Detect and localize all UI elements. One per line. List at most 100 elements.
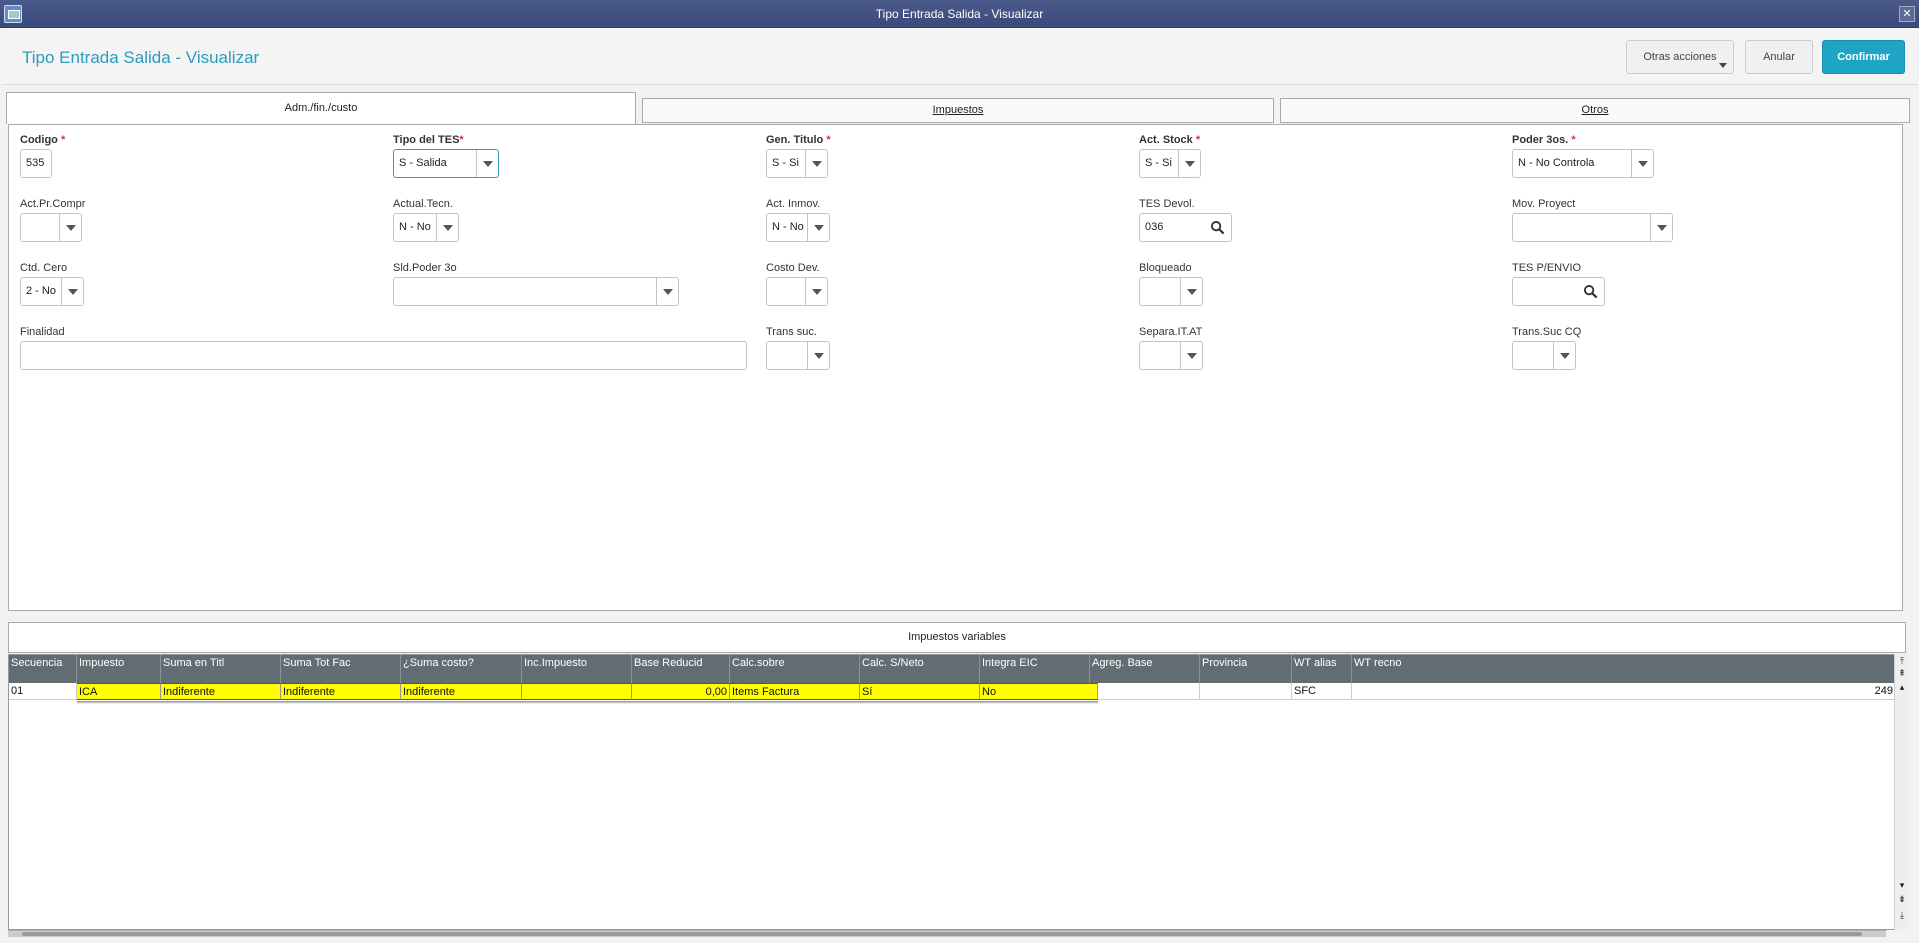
tes-devol-input[interactable]: 036 — [1139, 213, 1232, 242]
impuestos-variables-title: Impuestos variables — [8, 622, 1906, 653]
cell-agreg-base[interactable] — [1098, 683, 1200, 700]
mov-proyect-select[interactable] — [1512, 213, 1673, 242]
dropdown-arrow-icon — [1180, 278, 1202, 305]
codigo-input[interactable]: 535 — [20, 149, 52, 178]
cell-suma-tot-fac[interactable]: Indiferente — [281, 683, 401, 700]
dropdown-arrow-icon — [807, 342, 829, 369]
actual-tecn-value: N - No — [399, 221, 431, 233]
dropdown-arrow-icon — [476, 150, 498, 177]
tab-impuestos[interactable]: Impuestos — [642, 98, 1274, 123]
column-header[interactable]: WT alias — [1292, 655, 1352, 683]
search-icon[interactable] — [1583, 284, 1598, 299]
tes-penvio-label: TES P/ENVIO — [1512, 262, 1582, 274]
cell-calc-s-neto[interactable]: Sí — [860, 683, 980, 700]
column-header[interactable]: Agreg. Base — [1090, 655, 1200, 683]
search-icon[interactable] — [1210, 220, 1225, 235]
bloqueado-select[interactable] — [1139, 277, 1203, 306]
cell-calc-sobre[interactable]: Items Factura — [730, 683, 860, 700]
gen-titulo-select[interactable]: S - Si — [766, 149, 828, 178]
column-header[interactable]: Suma en Titl — [161, 655, 281, 683]
column-header[interactable]: Integra EIC — [980, 655, 1090, 683]
cell-wt-recno[interactable]: 249 — [1352, 683, 1895, 700]
trans-suc-select[interactable] — [766, 341, 830, 370]
cell-integra-eic[interactable]: No — [980, 683, 1098, 700]
column-header[interactable]: WT recno — [1352, 655, 1895, 683]
act-inmov-value: N - No — [772, 221, 804, 233]
separa-it-at-select[interactable] — [1139, 341, 1203, 370]
dropdown-arrow-icon — [61, 278, 83, 305]
tab-label: Adm./fin./custo — [284, 102, 358, 114]
column-header[interactable]: Suma Tot Fac — [281, 655, 401, 683]
page-title: Tipo Entrada Salida - Visualizar — [22, 48, 260, 67]
sld-poder-3o-label: Sld.Poder 3o — [393, 262, 457, 274]
finalidad-input[interactable] — [20, 341, 747, 370]
column-header[interactable]: Calc. S/Neto — [860, 655, 980, 683]
cell-impuesto[interactable]: ICA — [77, 683, 161, 700]
cell-inc-impuesto[interactable] — [522, 683, 632, 700]
tab-label: Otros — [1581, 104, 1609, 116]
codigo-label: Codigo * — [20, 134, 66, 146]
dropdown-arrow-icon — [1631, 150, 1653, 177]
column-header[interactable]: Secuencia — [9, 655, 77, 683]
dropdown-arrow-icon — [59, 214, 81, 241]
cell-base-reducid[interactable]: 0,00 — [632, 683, 730, 700]
costo-dev-select[interactable] — [766, 277, 828, 306]
scroll-page-up-icon[interactable]: ⇞ — [1896, 668, 1908, 680]
grid-header: Secuencia Impuesto Suma en Titl Suma Tot… — [9, 655, 1895, 683]
separa-it-at-label: Separa.IT.AT — [1139, 326, 1203, 338]
column-header[interactable]: Provincia — [1200, 655, 1292, 683]
otras-acciones-button[interactable]: Otras acciones — [1626, 40, 1734, 74]
trans-suc-cq-label: Trans.Suc CQ — [1512, 326, 1582, 338]
dropdown-arrow-icon — [1180, 342, 1202, 369]
dropdown-arrow-icon — [656, 278, 678, 305]
scroll-up-icon[interactable]: ▴ — [1896, 682, 1908, 694]
close-icon[interactable]: ✕ — [1899, 6, 1915, 22]
dropdown-arrow-icon — [1553, 342, 1575, 369]
dropdown-arrow-icon — [805, 150, 827, 177]
scroll-first-icon[interactable]: ⤒ — [1896, 656, 1908, 668]
ctd-cero-select[interactable]: 2 - No — [20, 277, 84, 306]
column-header[interactable]: Base Reducid — [632, 655, 730, 683]
act-inmov-select[interactable]: N - No — [766, 213, 830, 242]
poder-3os-value: N - No Controla — [1518, 157, 1595, 169]
table-row[interactable]: 01 ICA Indiferente Indiferente Indiferen… — [9, 683, 1895, 700]
sld-poder-3o-select[interactable] — [393, 277, 679, 306]
trans-suc-cq-select[interactable] — [1512, 341, 1576, 370]
mov-proyect-label: Mov. Proyect — [1512, 198, 1576, 210]
act-pr-compr-select[interactable] — [20, 213, 82, 242]
confirmar-button[interactable]: Confirmar — [1822, 40, 1905, 74]
column-header[interactable]: Inc.Impuesto — [522, 655, 632, 683]
tipo-tes-select[interactable]: S - Salida — [393, 149, 499, 178]
anular-button[interactable]: Anular — [1745, 40, 1813, 74]
selection-shadow — [77, 701, 1098, 704]
grid-horizontal-scrollbar[interactable] — [8, 930, 1886, 937]
act-stock-select[interactable]: S - Si — [1139, 149, 1201, 178]
cell-secuencia[interactable]: 01 — [9, 683, 77, 700]
trans-suc-label: Trans suc. — [766, 326, 817, 338]
tipo-tes-label: Tipo del TES* — [393, 134, 464, 146]
cell-suma-en-titl[interactable]: Indiferente — [161, 683, 281, 700]
tes-devol-label: TES Devol. — [1139, 198, 1195, 210]
act-pr-compr-label: Act.Pr.Compr — [20, 198, 86, 210]
cell-suma-costo[interactable]: Indiferente — [401, 683, 522, 700]
actual-tecn-select[interactable]: N - No — [393, 213, 459, 242]
cell-provincia[interactable] — [1200, 683, 1292, 700]
dropdown-arrow-icon — [807, 214, 829, 241]
poder-3os-select[interactable]: N - No Controla — [1512, 149, 1654, 178]
poder-3os-label: Poder 3os. * — [1512, 134, 1576, 146]
column-header[interactable]: Calc.sobre — [730, 655, 860, 683]
window-titlebar: Tipo Entrada Salida - Visualizar ✕ — [0, 0, 1919, 28]
tes-penvio-input[interactable] — [1512, 277, 1605, 306]
column-header[interactable]: ¿Suma costo? — [401, 655, 522, 683]
tab-adm-fin-custo[interactable]: Adm./fin./custo — [6, 92, 636, 124]
chevron-down-icon — [1719, 63, 1727, 68]
dropdown-arrow-icon — [805, 278, 827, 305]
column-header[interactable]: Impuesto — [77, 655, 161, 683]
scroll-down-icon[interactable]: ▾ — [1896, 880, 1908, 892]
ctd-cero-value: 2 - No — [26, 285, 56, 297]
scroll-page-down-icon[interactable]: ⇟ — [1896, 894, 1908, 906]
grid-vertical-scrollbar[interactable]: ⤒ ⇞ ▴ ▾ ⇟ ⤓ — [1894, 654, 1908, 930]
cell-wt-alias[interactable]: SFC — [1292, 683, 1352, 700]
scroll-last-icon[interactable]: ⤓ — [1896, 910, 1908, 922]
tab-otros[interactable]: Otros — [1280, 98, 1910, 123]
